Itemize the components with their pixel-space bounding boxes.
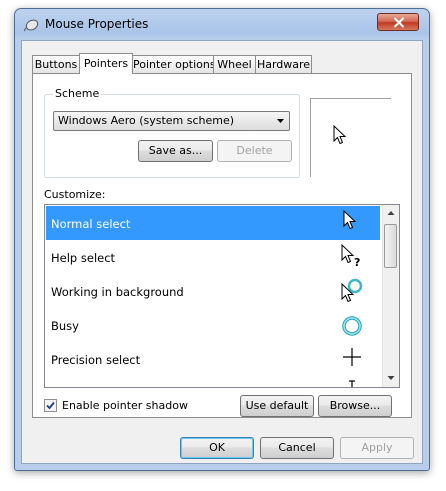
tab-hardware[interactable]: Hardware bbox=[255, 55, 312, 73]
ok-button[interactable]: OK bbox=[180, 437, 254, 459]
list-item[interactable]: Help select ? bbox=[46, 240, 380, 274]
list-item[interactable]: Busy bbox=[46, 308, 380, 342]
tab-pointer-options[interactable]: Pointer options bbox=[132, 55, 216, 73]
text-cursor-icon bbox=[349, 380, 355, 387]
cursor-preview bbox=[310, 98, 391, 177]
save-as-button[interactable]: Save as... bbox=[138, 140, 213, 162]
list-item[interactable]: Working in background bbox=[46, 274, 380, 308]
use-default-button[interactable]: Use default bbox=[240, 395, 314, 417]
list-scrollbar[interactable] bbox=[382, 205, 399, 387]
dialog-client-area: Buttons Pointers Pointer options Wheel H… bbox=[21, 40, 423, 464]
scroll-down-button[interactable] bbox=[383, 370, 399, 387]
scheme-label: Scheme bbox=[53, 87, 102, 100]
list-item[interactable] bbox=[46, 376, 380, 387]
tab-pointers[interactable]: Pointers bbox=[79, 53, 133, 74]
browse-button[interactable]: Browse... bbox=[318, 395, 392, 417]
working-cursor-icon bbox=[341, 278, 363, 303]
chevron-up-icon bbox=[387, 211, 395, 215]
tab-buttons[interactable]: Buttons bbox=[32, 55, 80, 73]
help-cursor-icon: ? bbox=[341, 243, 360, 269]
cancel-button[interactable]: Cancel bbox=[260, 437, 334, 459]
close-button[interactable] bbox=[377, 13, 419, 31]
chevron-down-icon bbox=[387, 376, 395, 380]
list-item[interactable]: Normal select bbox=[46, 206, 380, 240]
customize-list[interactable]: Normal select Help select ? Working in b… bbox=[44, 204, 400, 388]
mouse-properties-window: Mouse Properties Buttons Pointers Pointe… bbox=[14, 8, 430, 471]
svg-text:?: ? bbox=[354, 256, 360, 269]
window-title: Mouse Properties bbox=[45, 17, 149, 31]
scheme-selected-value: Windows Aero (system scheme) bbox=[58, 114, 235, 127]
close-icon bbox=[393, 17, 405, 28]
arrow-cursor-icon bbox=[333, 125, 347, 145]
scheme-dropdown[interactable]: Windows Aero (system scheme) bbox=[53, 111, 290, 131]
crosshair-cursor-icon bbox=[343, 348, 361, 366]
scheme-group: Scheme Windows Aero (system scheme) Save… bbox=[44, 87, 300, 178]
pointers-tab-panel: Scheme Windows Aero (system scheme) Save… bbox=[32, 73, 412, 418]
list-item[interactable]: Precision select bbox=[46, 342, 380, 376]
checkmark-icon bbox=[46, 401, 55, 410]
pointer-shadow-checkbox[interactable] bbox=[44, 399, 57, 412]
scroll-up-button[interactable] bbox=[383, 205, 399, 222]
title-bar[interactable]: Mouse Properties bbox=[15, 9, 429, 39]
busy-cursor-icon bbox=[342, 316, 362, 336]
pointer-shadow-label: Enable pointer shadow bbox=[62, 399, 188, 412]
apply-button[interactable]: Apply bbox=[340, 437, 414, 459]
arrow-cursor-icon bbox=[343, 209, 357, 230]
mouse-icon bbox=[23, 18, 39, 32]
customize-label: Customize: bbox=[44, 188, 106, 201]
scroll-thumb[interactable] bbox=[384, 224, 397, 268]
tab-wheel[interactable]: Wheel bbox=[213, 55, 256, 73]
delete-button[interactable]: Delete bbox=[217, 140, 292, 162]
chevron-down-icon bbox=[277, 119, 284, 123]
